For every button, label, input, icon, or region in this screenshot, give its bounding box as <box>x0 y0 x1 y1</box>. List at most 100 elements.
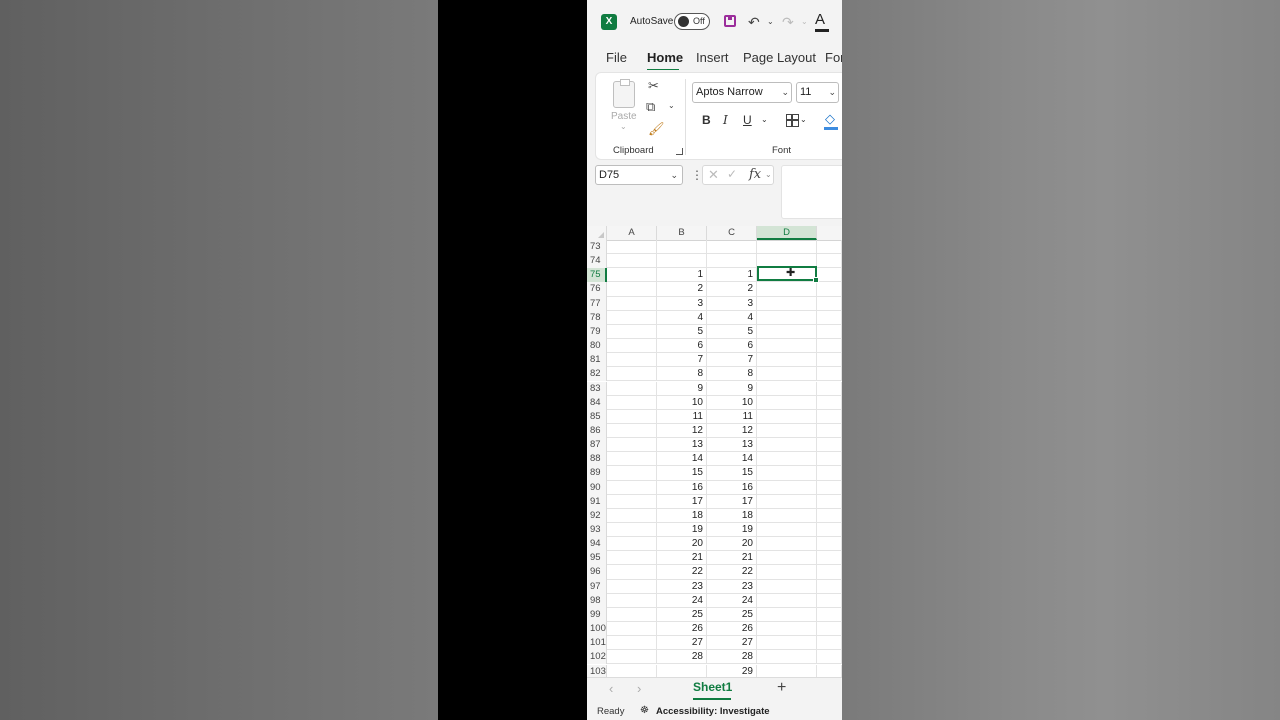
cell-d[interactable] <box>757 466 817 481</box>
cell-a[interactable] <box>607 480 657 495</box>
row-header[interactable]: 93 <box>587 523 607 538</box>
row-header[interactable]: 76 <box>587 282 607 297</box>
tab-file[interactable]: File <box>606 50 627 65</box>
cell-c[interactable]: 9 <box>707 381 757 396</box>
cell-a[interactable] <box>607 353 657 368</box>
cell-d[interactable] <box>757 494 817 509</box>
row-header[interactable]: 96 <box>587 565 607 580</box>
cell-c[interactable]: 18 <box>707 508 757 523</box>
cell-a[interactable] <box>607 254 657 269</box>
cell-d[interactable] <box>757 282 817 297</box>
cell-c[interactable]: 27 <box>707 636 757 651</box>
cell-e[interactable] <box>817 296 842 311</box>
cell-d[interactable] <box>757 537 817 552</box>
cell-c[interactable]: 13 <box>707 438 757 453</box>
cell-e[interactable] <box>817 537 842 552</box>
cell-b[interactable]: 1 <box>657 268 707 283</box>
tab-home[interactable]: Home <box>647 50 683 65</box>
cell-d[interactable] <box>757 664 817 677</box>
row-header[interactable]: 91 <box>587 494 607 509</box>
cell-d[interactable] <box>757 593 817 608</box>
cell-c[interactable]: 19 <box>707 523 757 538</box>
paste-label[interactable]: Paste <box>611 111 637 122</box>
cell-a[interactable] <box>607 494 657 509</box>
borders-dropdown-icon[interactable]: ⌄ <box>800 115 807 124</box>
tab-insert[interactable]: Insert <box>696 50 729 65</box>
cell-a[interactable] <box>607 324 657 340</box>
row-header[interactable]: 94 <box>587 537 607 552</box>
cell-a[interactable] <box>607 579 657 594</box>
accessibility-icon[interactable]: ☸ <box>640 705 649 716</box>
cell-a[interactable] <box>607 593 657 608</box>
cell-a[interactable] <box>607 537 657 552</box>
tab-page-layout[interactable]: Page Layout <box>743 50 816 65</box>
prev-sheet-icon[interactable]: ‹ <box>609 681 613 696</box>
cut-icon[interactable]: ✂ <box>648 79 659 93</box>
cell-b[interactable]: 5 <box>657 324 707 340</box>
row-header[interactable]: 78 <box>587 310 607 325</box>
cell-a[interactable] <box>607 282 657 297</box>
add-sheet-button[interactable]: + <box>777 679 786 697</box>
cell-b[interactable]: 8 <box>657 367 707 382</box>
cell-b[interactable]: 24 <box>657 593 707 608</box>
autosave-toggle[interactable]: Off <box>674 13 710 30</box>
cell-e[interactable] <box>817 353 842 368</box>
cell-d[interactable] <box>757 438 817 453</box>
row-header[interactable]: 102 <box>587 650 607 665</box>
cell-d[interactable] <box>757 480 817 495</box>
cell-e[interactable] <box>817 423 842 439</box>
row-header[interactable]: 74 <box>587 254 607 269</box>
row-header[interactable]: 103 <box>587 664 607 677</box>
row-header[interactable]: 95 <box>587 551 607 566</box>
cell-a[interactable] <box>607 636 657 651</box>
column-header-c[interactable]: C <box>707 226 757 240</box>
bold-button[interactable]: B <box>702 113 711 127</box>
row-header[interactable]: 73 <box>587 240 607 255</box>
accessibility-status[interactable]: Accessibility: Investigate <box>656 706 770 717</box>
cell-c[interactable]: 21 <box>707 551 757 566</box>
cell-b[interactable]: 10 <box>657 395 707 410</box>
row-header[interactable]: 88 <box>587 452 607 467</box>
cell-d[interactable] <box>757 622 817 637</box>
cell-b[interactable]: 12 <box>657 423 707 439</box>
cell-e[interactable] <box>817 494 842 509</box>
cell-e[interactable] <box>817 268 842 283</box>
cell-b[interactable]: 7 <box>657 353 707 368</box>
row-header[interactable]: 83 <box>587 381 607 396</box>
cell-c[interactable]: 3 <box>707 296 757 311</box>
cell-e[interactable] <box>817 480 842 495</box>
cell-e[interactable] <box>817 240 842 255</box>
cell-c[interactable]: 14 <box>707 452 757 467</box>
cell-e[interactable] <box>817 339 842 354</box>
undo-icon[interactable]: ↶ <box>748 12 760 32</box>
column-header-d[interactable]: D <box>757 226 817 240</box>
underline-dropdown-icon[interactable]: ⌄ <box>761 115 768 124</box>
insert-function-icon[interactable]: fx <box>749 167 761 182</box>
copy-icon[interactable]: ⧉ <box>646 100 655 114</box>
cell-e[interactable] <box>817 324 842 340</box>
cell-b[interactable]: 9 <box>657 381 707 396</box>
cell-a[interactable] <box>607 438 657 453</box>
cell-e[interactable] <box>817 650 842 665</box>
cell-e[interactable] <box>817 622 842 637</box>
column-header-b[interactable]: B <box>657 226 707 240</box>
row-header[interactable]: 100 <box>587 622 607 637</box>
cancel-icon[interactable]: ✕ <box>708 167 719 183</box>
cell-d[interactable] <box>757 650 817 665</box>
cell-c[interactable]: 17 <box>707 494 757 509</box>
clipboard-launcher-icon[interactable] <box>676 148 683 155</box>
cell-a[interactable] <box>607 381 657 396</box>
row-header[interactable]: 99 <box>587 607 607 623</box>
row-header[interactable]: 81 <box>587 353 607 368</box>
cell-a[interactable] <box>607 339 657 354</box>
cell-a[interactable] <box>607 395 657 410</box>
cell-c[interactable]: 2 <box>707 282 757 297</box>
cell-a[interactable] <box>607 367 657 382</box>
row-header[interactable]: 84 <box>587 395 607 410</box>
row-header[interactable]: 101 <box>587 636 607 651</box>
column-header-e[interactable] <box>817 226 842 240</box>
cell-a[interactable] <box>607 664 657 677</box>
cell-a[interactable] <box>607 466 657 481</box>
row-header[interactable]: 82 <box>587 367 607 382</box>
cell-d[interactable] <box>757 508 817 523</box>
